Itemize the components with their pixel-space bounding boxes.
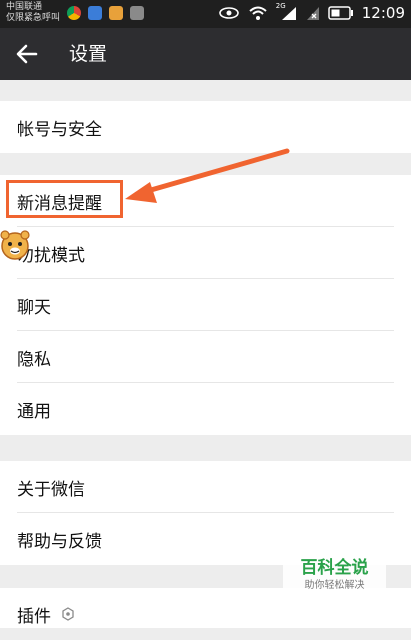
watermark: 百科全说 助你轻松解决: [283, 555, 386, 597]
settings-item-about-wechat[interactable]: 关于微信: [0, 461, 411, 513]
plugin-icon: [62, 607, 74, 621]
clock: 12:09: [361, 4, 405, 22]
chrome-icon: [67, 6, 81, 20]
status-bar: 中国联通 仅限紧急呼叫 2G 12:09: [0, 0, 411, 28]
settings-item-label: 帐号与安全: [17, 119, 102, 140]
back-arrow-icon[interactable]: [14, 41, 40, 67]
settings-item-label: 关于微信: [17, 479, 85, 500]
carrier-info: 中国联通 仅限紧急呼叫: [6, 2, 60, 24]
settings-group-account: 帐号与安全: [0, 101, 411, 153]
app-notification-icon: [109, 6, 123, 20]
settings-item-account-security[interactable]: 帐号与安全: [0, 101, 411, 153]
settings-item-label: 聊天: [17, 297, 51, 318]
watermark-subtitle: 助你轻松解决: [304, 580, 365, 591]
settings-group-about: 关于微信 帮助与反馈: [0, 461, 411, 565]
watermark-title: 百科全说: [300, 558, 369, 578]
settings-item-general[interactable]: 通用: [0, 383, 411, 435]
settings-item-privacy[interactable]: 隐私: [0, 331, 411, 383]
notification-icons: [67, 6, 144, 20]
signal-icon: 2G: [276, 2, 298, 22]
eye-comfort-icon: [218, 7, 239, 19]
page-title: 设置: [69, 43, 108, 65]
settings-item-label: 插件: [17, 606, 51, 627]
battery-icon: [328, 6, 353, 20]
settings-item-label: 帮助与反馈: [17, 531, 102, 552]
settings-item-label: 隐私: [17, 349, 51, 370]
gallery-icon: [130, 6, 144, 20]
no-sim-icon: [306, 7, 319, 20]
settings-item-chat[interactable]: 聊天: [0, 279, 411, 331]
wifi-icon: [249, 6, 267, 20]
emergency-only-label: 仅限紧急呼叫: [6, 13, 61, 23]
mail-icon: [88, 6, 102, 20]
title-bar: 设置: [0, 28, 411, 80]
highlight-box: [6, 180, 123, 218]
settings-item-do-not-disturb[interactable]: 勿扰模式: [0, 227, 411, 279]
settings-item-label: 通用: [17, 401, 51, 422]
status-icons: 2G 12:09: [218, 2, 405, 22]
tiger-sticker-icon: [0, 230, 30, 260]
carrier-name: 中国联通: [6, 2, 43, 12]
